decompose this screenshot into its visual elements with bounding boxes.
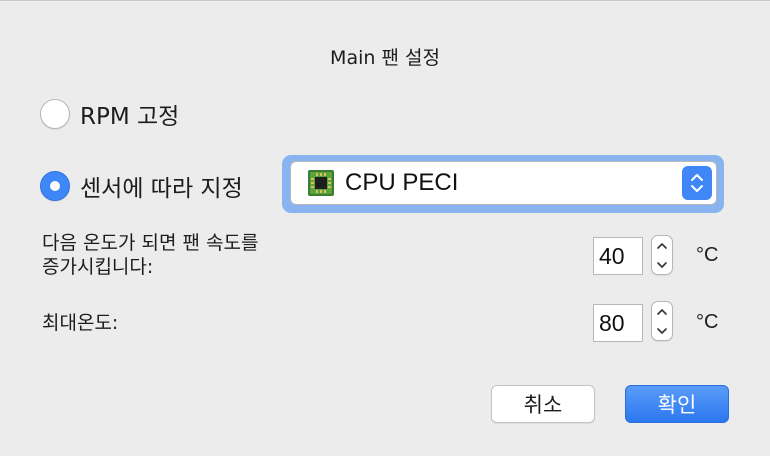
select-arrows-icon[interactable] xyxy=(682,166,712,200)
radio-row-sensor[interactable]: 센서에 따라 지정 xyxy=(40,169,243,203)
stepper-down-icon[interactable] xyxy=(656,327,668,335)
start-temp-stepper[interactable] xyxy=(651,235,673,275)
cpu-chip-icon xyxy=(307,169,335,197)
ok-button[interactable]: 확인 xyxy=(625,385,729,423)
start-temp-label-line2: 증가시킵니다: xyxy=(42,256,154,278)
start-temp-description: 다음 온도가 되면 팬 속도를 증가시킵니다: xyxy=(42,231,258,279)
max-temp-input[interactable]: 80 xyxy=(593,304,643,342)
start-temp-input[interactable]: 40 xyxy=(593,237,643,275)
dialog-title: Main 팬 설정 xyxy=(330,47,440,69)
sensor-select-value: CPU PECI xyxy=(345,169,459,196)
sensor-label: 센서에 따라 지정 xyxy=(80,176,243,202)
radio-row-fixed-rpm[interactable]: RPM 고정 xyxy=(40,97,179,131)
stepper-down-icon[interactable] xyxy=(656,261,668,269)
sensor-select[interactable]: CPU PECI xyxy=(290,161,717,205)
stepper-up-icon[interactable] xyxy=(656,242,668,250)
cancel-button[interactable]: 취소 xyxy=(491,385,595,423)
max-temp-stepper[interactable] xyxy=(651,301,673,341)
max-temp-unit: °C xyxy=(696,311,719,333)
fixed-rpm-label: RPM 고정 xyxy=(80,104,180,130)
fixed-rpm-radio[interactable] xyxy=(40,99,70,129)
max-temp-label: 최대온도: xyxy=(42,312,119,334)
stepper-up-icon[interactable] xyxy=(656,308,668,316)
sensor-radio[interactable] xyxy=(40,171,70,201)
start-temp-unit: °C xyxy=(696,244,719,266)
start-temp-label-line1: 다음 온도가 되면 팬 속도를 xyxy=(42,232,259,254)
fan-settings-dialog: Main 팬 설정 RPM 고정 센서에 따라 지정 CPU PECI 다음 온… xyxy=(0,0,770,456)
